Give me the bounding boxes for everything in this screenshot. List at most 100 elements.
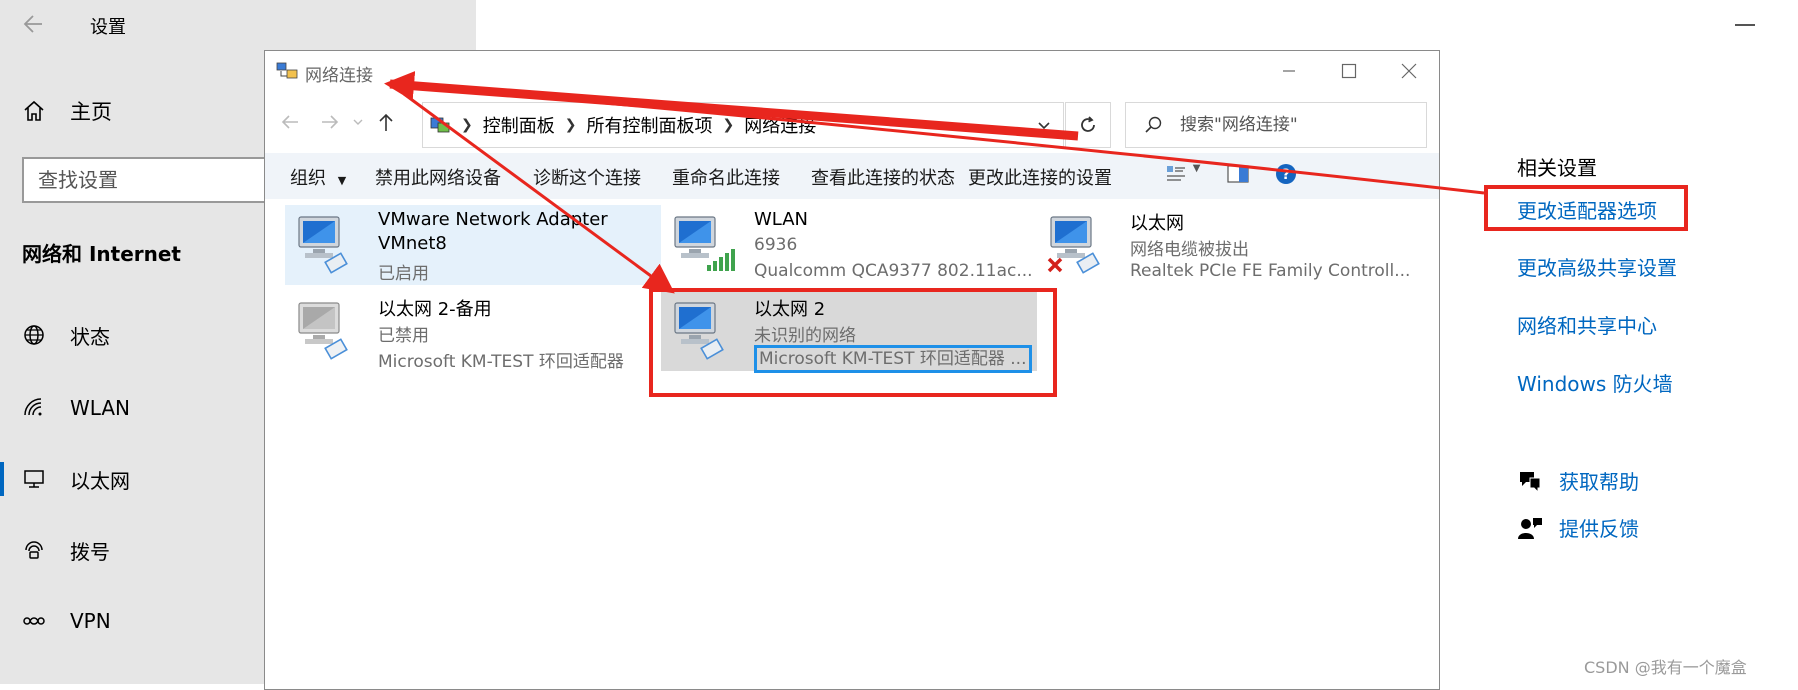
net-search-input[interactable] xyxy=(1178,114,1402,136)
connection-ethernet2[interactable]: 以太网 2 未识别的网络 Microsoft KM-TEST 环回适配器 ... xyxy=(661,291,1037,373)
view-options-icon xyxy=(1167,166,1185,181)
ethernet-disconnected-icon xyxy=(1047,216,1100,274)
home-label: 主页 xyxy=(70,100,112,124)
connections-list: VMware Network Adapter VMnet8 已启用 WLAN 6… xyxy=(265,199,1439,689)
connection-status: 网络电缆被拔出 xyxy=(1130,240,1249,260)
organize-label: 组织 xyxy=(290,168,326,189)
connection-device: Microsoft KM-TEST 环回适配器 xyxy=(378,352,624,372)
help-button[interactable]: ? xyxy=(1275,163,1297,190)
refresh-icon xyxy=(1081,116,1095,132)
maximize-icon xyxy=(1341,63,1357,79)
nav-label-status: 状态 xyxy=(70,324,110,349)
rename-connection-button[interactable]: 重命名此连接 xyxy=(672,164,780,190)
connection-ethernet2-backup[interactable]: 以太网 2-备用 已禁用 Microsoft KM-TEST 环回适配器 xyxy=(285,291,661,372)
breadcrumb-control-panel[interactable]: 控制面板 xyxy=(483,112,555,138)
help-question-icon: ? xyxy=(1276,164,1296,184)
network-adapter-icon xyxy=(674,302,724,360)
connection-ethernet[interactable]: 以太网 网络电缆被拔出 Realtek PCIe FE Family Contr… xyxy=(1037,205,1413,285)
feedback-person-icon xyxy=(1518,517,1542,539)
organize-menu-button[interactable]: 组织 ▼ xyxy=(290,164,346,190)
minimize-icon xyxy=(1283,70,1295,72)
refresh-button[interactable] xyxy=(1065,102,1111,148)
connection-name: 以太网 2 xyxy=(754,299,826,320)
change-view-button[interactable]: ▼ xyxy=(1165,163,1200,190)
connection-name: 以太网 2-备用 xyxy=(378,299,492,320)
back-arrow-icon[interactable] xyxy=(20,10,48,38)
dialup-icon xyxy=(25,541,43,559)
breadcrumb-separator-icon: ❯ xyxy=(564,117,577,133)
address-path-box[interactable]: ❯ 控制面板 ❯ 所有控制面板项 ❯ 网络连接 xyxy=(422,102,1064,148)
close-icon xyxy=(1401,63,1417,79)
network-adapter-icon xyxy=(298,216,348,274)
get-help-item[interactable]: 获取帮助 xyxy=(1517,466,1639,495)
nav-up-button[interactable] xyxy=(373,109,399,135)
vpn-icon xyxy=(23,617,45,625)
watermark: CSDN @我有一个魔盒 xyxy=(1584,658,1747,677)
globe-icon xyxy=(24,325,44,345)
feedback-item[interactable]: 提供反馈 xyxy=(1517,513,1639,542)
connection-device: Microsoft KM-TEST 环回适配器 ... xyxy=(754,345,1032,373)
network-sharing-center-link[interactable]: 网络和共享中心 xyxy=(1517,310,1657,339)
net-minimize-button[interactable] xyxy=(1265,56,1313,86)
connection-network: 6936 xyxy=(754,235,798,255)
connection-wlan[interactable]: WLAN 6936 Qualcomm QCA9377 802.11ac... xyxy=(661,205,1037,285)
windows-firewall-link[interactable]: Windows 防火墙 xyxy=(1517,368,1673,397)
change-adapter-options-link[interactable]: 更改适配器选项 xyxy=(1517,195,1657,224)
address-dropdown-icon[interactable] xyxy=(1037,118,1051,132)
connection-status: 已禁用 xyxy=(378,326,429,346)
connection-status: 未识别的网络 xyxy=(754,326,856,346)
disabled-adapter-icon xyxy=(298,302,348,360)
net-titlebar: 网络连接 xyxy=(265,51,1439,91)
feedback-label: 提供反馈 xyxy=(1559,517,1639,541)
help-chat-icon xyxy=(1520,471,1541,493)
network-connections-window: 网络连接 ❯ 控制面板 ❯ 所有控制面板项 ❯ 网络连接 搜索"网络连接" 组织… xyxy=(264,50,1440,690)
get-help-label: 获取帮助 xyxy=(1559,470,1639,494)
connection-vmware[interactable]: VMware Network Adapter VMnet8 已启用 xyxy=(285,205,661,285)
section-heading: 网络和 Internet xyxy=(22,242,181,266)
command-toolbar: 组织 ▼ 禁用此网络设备 诊断这个连接 重命名此连接 查看此连接的状态 更改此连… xyxy=(265,153,1439,199)
arrow-right-icon xyxy=(322,115,339,129)
control-panel-icon xyxy=(430,117,450,133)
breadcrumb-separator-icon: ❯ xyxy=(722,117,735,133)
net-maximize-button[interactable] xyxy=(1325,56,1373,86)
settings-title: 设置 xyxy=(90,17,126,38)
change-settings-button[interactable]: 更改此连接的设置 xyxy=(968,164,1112,190)
nav-back-button[interactable] xyxy=(277,109,303,135)
settings-minimize-icon[interactable] xyxy=(1735,24,1755,26)
chevron-down-icon: ▼ xyxy=(337,174,347,187)
wireless-adapter-icon xyxy=(674,216,735,271)
connection-name: WLAN xyxy=(754,209,809,230)
advanced-sharing-link[interactable]: 更改高级共享设置 xyxy=(1517,252,1677,281)
connection-name: VMware Network Adapter xyxy=(378,209,608,230)
nav-label-ethernet: 以太网 xyxy=(70,468,130,493)
breadcrumb-all-items[interactable]: 所有控制面板项 xyxy=(586,112,712,138)
connection-device: Qualcomm QCA9377 802.11ac... xyxy=(754,261,1033,281)
connection-name-line2: VMnet8 xyxy=(378,233,447,254)
connection-status: 已启用 xyxy=(378,264,429,284)
preview-pane-button[interactable] xyxy=(1227,164,1249,189)
view-status-button[interactable]: 查看此连接的状态 xyxy=(811,164,955,190)
nav-label-wlan: WLAN xyxy=(70,396,131,420)
svg-text:?: ? xyxy=(1282,167,1290,183)
nav-label-vpn: VPN xyxy=(70,609,111,633)
recent-locations-button[interactable] xyxy=(345,109,371,135)
chevron-down-icon xyxy=(353,119,363,125)
ethernet-icon xyxy=(24,470,44,488)
net-address-bar: ❯ 控制面板 ❯ 所有控制面板项 ❯ 网络连接 xyxy=(265,97,1439,148)
chevron-down-icon: ▼ xyxy=(1192,163,1201,174)
preview-pane-icon xyxy=(1227,165,1249,183)
breadcrumb-separator-icon: ❯ xyxy=(461,117,473,133)
connection-device: Realtek PCIe FE Family Controll... xyxy=(1130,261,1411,281)
net-close-button[interactable] xyxy=(1385,56,1433,86)
net-search-box[interactable] xyxy=(1125,102,1427,148)
arrow-up-icon xyxy=(379,113,393,131)
net-window-title: 网络连接 xyxy=(305,66,373,86)
disable-device-button[interactable]: 禁用此网络设备 xyxy=(375,164,501,190)
connection-name: 以太网 xyxy=(1130,213,1184,234)
network-connections-app-icon xyxy=(276,62,298,79)
home-nav-item[interactable]: 主页 xyxy=(22,95,112,127)
breadcrumb-network-connections[interactable]: 网络连接 xyxy=(744,112,816,138)
nav-label-dialup: 拨号 xyxy=(70,539,110,564)
diagnose-connection-button[interactable]: 诊断这个连接 xyxy=(533,164,641,190)
nav-forward-button[interactable] xyxy=(317,109,343,135)
